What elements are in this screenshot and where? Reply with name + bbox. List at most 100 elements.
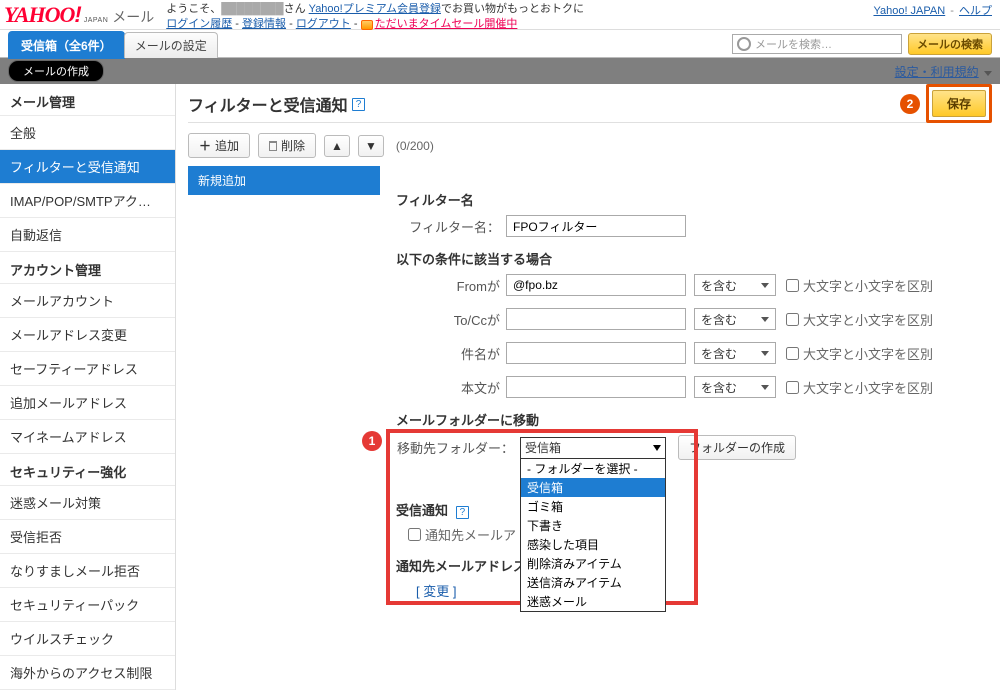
add-button[interactable]: ＋追加 [188, 133, 250, 158]
folder-option[interactable]: 削除済みアイテム [521, 554, 665, 573]
section-notify-addr: 通知先メールアドレス [396, 556, 984, 575]
page-title: フィルターと受信通知 [188, 92, 348, 116]
sidebar-item-imap[interactable]: IMAP/POP/SMTPアク… [0, 184, 175, 218]
body-case-checkbox[interactable] [786, 381, 799, 394]
greeting-block: ようこそ、 ████████ さん Yahoo!プレミアム会員登録 でお買い物が… [166, 2, 584, 33]
sidebar-group-account: アカウント管理 [0, 252, 175, 284]
tab-bar: 受信箱（全6件） メールの設定 メールを検索… メールの検索 [0, 30, 1000, 58]
change-notify-addr-link[interactable]: [ 変更 ] [416, 584, 456, 599]
top-header: YAHOO! JAPAN メール ようこそ、 ████████ さん Yahoo… [0, 0, 1000, 30]
annotation-badge-2: 2 [900, 94, 920, 114]
notify-checkbox[interactable] [408, 528, 421, 541]
section-move-folder: メールフォルダーに移動 [396, 410, 984, 429]
move-down-button[interactable]: ▼ [358, 135, 384, 157]
greeting-username: ████████ [221, 2, 283, 17]
filter-list: 新規追加 [188, 166, 380, 604]
body-input[interactable] [506, 376, 686, 398]
filter-name-input[interactable] [506, 215, 686, 237]
sidebar-item-autoreply[interactable]: 自動返信 [0, 218, 175, 252]
trash-icon [269, 141, 277, 151]
greeting-suffix: さん [284, 2, 306, 17]
label-body: 本文が [396, 378, 506, 397]
sidebar-item-block[interactable]: 受信拒否 [0, 520, 175, 554]
sidebar-item-account[interactable]: メールアカウント [0, 284, 175, 318]
filter-list-item[interactable]: 新規追加 [188, 166, 380, 195]
folder-option[interactable]: ゴミ箱 [521, 497, 665, 516]
chevron-down-icon [761, 283, 769, 288]
chevron-down-icon[interactable] [984, 71, 992, 76]
create-folder-button[interactable]: フォルダーの作成 [678, 435, 796, 460]
help-link[interactable]: ヘルプ [959, 5, 992, 17]
sidebar-item-spoof[interactable]: なりすましメール拒否 [0, 554, 175, 588]
sidebar-item-filter[interactable]: フィルターと受信通知 [0, 150, 175, 184]
body-case-label: 大文字と小文字を区別 [803, 378, 933, 397]
filter-toolbar: ＋追加 削除 ▲ ▼ (0/200) [188, 123, 988, 166]
label-subject: 件名が [396, 344, 506, 363]
tocc-match-select[interactable]: を含む [694, 308, 776, 330]
help-icon[interactable]: ? [352, 98, 366, 111]
folder-select[interactable]: 受信箱 - フォルダーを選択 - 受信箱 ゴミ箱 下書き 感染した項目 削除済み… [520, 437, 666, 459]
subject-match-select[interactable]: を含む [694, 342, 776, 364]
sidebar-item-virus[interactable]: ウイルスチェック [0, 622, 175, 656]
sidebar-item-secpack[interactable]: セキュリティーパック [0, 588, 175, 622]
logo[interactable]: YAHOO! JAPAN メール [4, 2, 154, 28]
from-case-label: 大文字と小文字を区別 [803, 276, 933, 295]
sidebar-item-extra-addr[interactable]: 追加メールアドレス [0, 386, 175, 420]
settings-terms-link[interactable]: 設定・利用規約 [895, 65, 979, 79]
sidebar-group-mail: メール管理 [0, 84, 175, 116]
chevron-down-icon [761, 317, 769, 322]
section-conditions: 以下の条件に該当する場合 [396, 249, 984, 268]
from-input[interactable] [506, 274, 686, 296]
folder-select-button[interactable]: 受信箱 [520, 437, 666, 459]
move-up-button[interactable]: ▲ [324, 135, 350, 157]
sidebar-group-security: セキュリティー強化 [0, 454, 175, 486]
save-button[interactable]: 保存 [932, 90, 986, 117]
annotation-badge-1: 1 [362, 431, 382, 451]
tab-mail-settings[interactable]: メールの設定 [124, 32, 218, 58]
sidebar-item-safety-addr[interactable]: セーフティーアドレス [0, 352, 175, 386]
tocc-input[interactable] [506, 308, 686, 330]
filter-counter: (0/200) [396, 139, 434, 153]
top-right-links: Yahoo! JAPAN - ヘルプ [873, 2, 992, 18]
sidebar-item-general[interactable]: 全般 [0, 116, 175, 150]
folder-option[interactable]: 受信箱 [521, 478, 665, 497]
from-match-select[interactable]: を含む [694, 274, 776, 296]
premium-tail: でお買い物がもっとおトクに [441, 2, 584, 17]
chevron-down-icon [761, 385, 769, 390]
search-input[interactable]: メールを検索… [732, 34, 902, 54]
body-match-select[interactable]: を含む [694, 376, 776, 398]
from-case-checkbox[interactable] [786, 279, 799, 292]
folder-option-placeholder[interactable]: - フォルダーを選択 - [521, 459, 665, 478]
tab-inbox[interactable]: 受信箱（全6件） [8, 31, 125, 59]
sidebar-item-spam[interactable]: 迷惑メール対策 [0, 486, 175, 520]
sidebar-item-addr-change[interactable]: メールアドレス変更 [0, 318, 175, 352]
greeting-prefix: ようこそ、 [166, 2, 221, 17]
folder-option[interactable]: 送信済みアイテム [521, 573, 665, 592]
tocc-case-checkbox[interactable] [786, 313, 799, 326]
tocc-case-label: 大文字と小文字を区別 [803, 310, 933, 329]
chevron-down-icon [653, 445, 661, 451]
label-tocc: To/Ccが [396, 310, 506, 329]
subject-case-checkbox[interactable] [786, 347, 799, 360]
delete-button[interactable]: 削除 [258, 133, 316, 158]
help-icon[interactable]: ? [456, 506, 470, 519]
folder-option[interactable]: 迷惑メール [521, 592, 665, 611]
subject-input[interactable] [506, 342, 686, 364]
section-notify: 受信通知 [396, 503, 448, 518]
sidebar-item-overseas[interactable]: 海外からのアクセス制限 [0, 656, 175, 690]
folder-option[interactable]: 感染した項目 [521, 535, 665, 554]
logo-mail-label: メール [112, 7, 154, 27]
sidebar: メール管理 全般 フィルターと受信通知 IMAP/POP/SMTPアク… 自動返… [0, 84, 176, 690]
label-filter-name: フィルター名： [396, 217, 506, 236]
premium-link[interactable]: Yahoo!プレミアム会員登録 [309, 2, 441, 17]
label-from: Fromが [396, 276, 506, 295]
logo-yahoo-text: YAHOO [4, 4, 74, 26]
yahoo-japan-link[interactable]: Yahoo! JAPAN [873, 5, 945, 17]
search-button[interactable]: メールの検索 [908, 33, 992, 55]
folder-option[interactable]: 下書き [521, 516, 665, 535]
compose-button[interactable]: メールの作成 [8, 60, 104, 82]
save-button-highlight: 保存 [926, 84, 992, 123]
section-filter-name: フィルター名 [396, 190, 984, 209]
sidebar-item-myname-addr[interactable]: マイネームアドレス [0, 420, 175, 454]
logo-bang-icon: ! [74, 2, 81, 28]
